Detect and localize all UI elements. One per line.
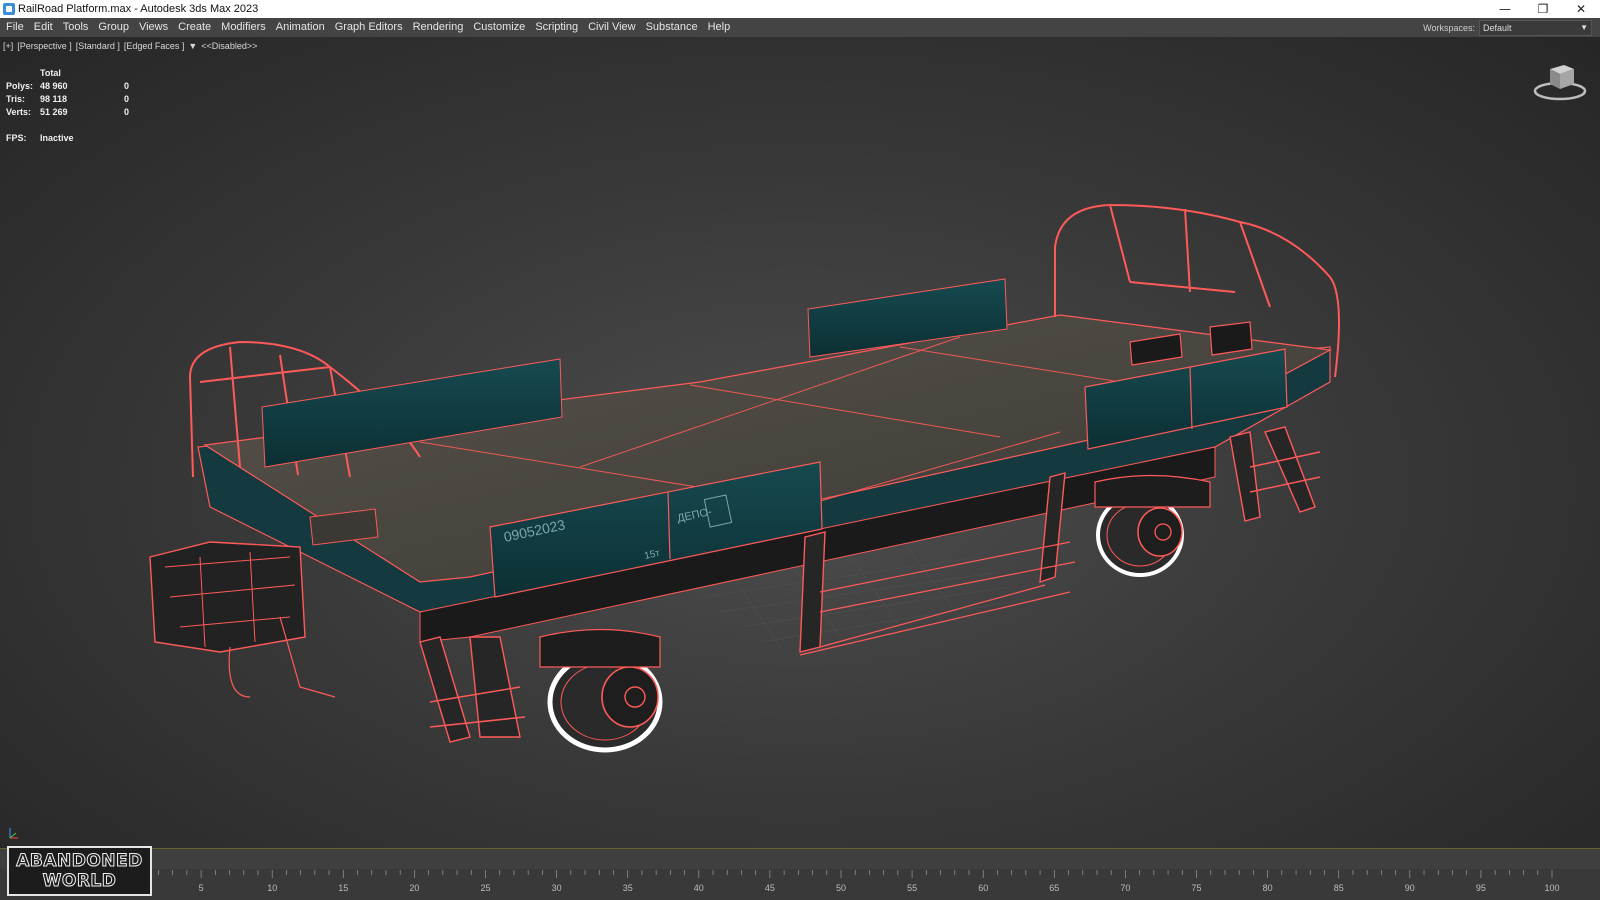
chevron-down-icon: ▼	[1580, 23, 1588, 32]
timeline-tick-label: 30	[552, 883, 562, 893]
close-button[interactable]: ✕	[1562, 0, 1600, 18]
workspaces-label: Workspaces:	[1423, 23, 1475, 33]
fps-row: FPS: Inactive	[6, 132, 144, 145]
fps-value: Inactive	[40, 133, 74, 143]
perspective-viewport[interactable]: 09052023 ДЕПО- 15т [+] [Perspective] [S…	[0, 37, 1600, 848]
menu-civil-view[interactable]: Civil View	[583, 18, 640, 37]
menu-tools[interactable]: Tools	[58, 18, 94, 37]
timeline-tick-label: 10	[267, 883, 277, 893]
viewport-pov-label[interactable]: [Perspective ]	[17, 41, 72, 51]
stats-row: Verts: 51 269 0	[6, 106, 144, 119]
app-icon	[3, 3, 15, 15]
menu-help[interactable]: Help	[703, 18, 736, 37]
menu-modifiers[interactable]: Modifiers	[216, 18, 271, 37]
viewport-shading-label[interactable]: [Standard ]	[76, 41, 120, 51]
stats-selected: 0	[124, 107, 130, 117]
menu-customize[interactable]: Customize	[468, 18, 530, 37]
menu-bar: File Edit Tools Group Views Create Modif…	[0, 18, 1600, 37]
viewport-display-label[interactable]: [Edged Faces ]	[124, 41, 185, 51]
minimize-button[interactable]: —	[1486, 0, 1524, 18]
logo-line-1: ABANDONED	[16, 851, 143, 872]
timeline-tick-label: 15	[338, 883, 348, 893]
abandoned-world-logo: ABANDONED WORLD	[7, 846, 152, 896]
timeline: 5 10 15 20 25 30 35 40 45 50 55 60 65 70 75 80 85 90 95 100	[0, 848, 1600, 900]
workspaces-control: Workspaces: Default ▼	[1423, 20, 1592, 36]
stats-label: Tris:	[6, 94, 26, 104]
stats-header: Total	[40, 68, 61, 78]
title-bar: RailRoad Platform.max - Autodesk 3ds Max…	[0, 0, 1600, 18]
menu-views[interactable]: Views	[134, 18, 173, 37]
timeline-tick-label: 75	[1191, 883, 1201, 893]
workspaces-value: Default	[1483, 23, 1512, 33]
viewport-filter-label[interactable]: <<Disabled>>	[201, 41, 257, 51]
menu-create[interactable]: Create	[173, 18, 216, 37]
menu-substance[interactable]: Substance	[641, 18, 703, 37]
stats-label: Polys:	[6, 81, 34, 91]
menu-file[interactable]: File	[0, 18, 29, 37]
stats-total: 51 269	[40, 107, 68, 117]
window-title: RailRoad Platform.max - Autodesk 3ds Max…	[18, 3, 259, 15]
timeline-tick-label: 20	[409, 883, 419, 893]
timeline-tick-label: 65	[1049, 883, 1059, 893]
timeline-tick-label: 40	[694, 883, 704, 893]
axis-tripod-icon	[9, 828, 18, 839]
viewcube-icon[interactable]	[1532, 59, 1588, 101]
menu-graph-editors[interactable]: Graph Editors	[330, 18, 408, 37]
stats-selected: 0	[124, 94, 130, 104]
menu-group[interactable]: Group	[93, 18, 134, 37]
restore-button[interactable]: ❐	[1524, 0, 1562, 18]
timeline-tick-label: 25	[480, 883, 490, 893]
timeline-tick-label: 100	[1544, 883, 1559, 893]
menu-scripting[interactable]: Scripting	[530, 18, 583, 37]
window-controls: — ❐ ✕	[1486, 0, 1600, 18]
timeline-tick-label: 95	[1476, 883, 1486, 893]
timeline-tick-label: 45	[765, 883, 775, 893]
fps-label: FPS:	[6, 133, 27, 143]
menu-rendering[interactable]: Rendering	[408, 18, 469, 37]
time-slider[interactable]	[0, 848, 1600, 869]
stats-selected: 0	[124, 81, 130, 91]
timeline-tick-label: 5	[199, 883, 204, 893]
timeline-tick-label: 85	[1334, 883, 1344, 893]
railroad-platform-model: 09052023 ДЕПО- 15т	[149, 203, 1340, 753]
menu-edit[interactable]: Edit	[29, 18, 58, 37]
logo-line-2: WORLD	[42, 871, 117, 892]
timeline-tick-label: 60	[978, 883, 988, 893]
rear-wheelset	[1094, 474, 1211, 577]
timeline-tick-label: 70	[1120, 883, 1130, 893]
track-bar[interactable]: 5 10 15 20 25 30 35 40 45 50 55 60 65 70 75 80 85 90 95 100	[0, 870, 1600, 900]
timeline-tick-label: 35	[623, 883, 633, 893]
filter-icon[interactable]: ▼	[188, 41, 197, 51]
stats-label: Verts:	[6, 107, 32, 117]
stats-row: Polys: 48 960 0	[6, 80, 144, 93]
scene-statistics: Total Polys: 48 960 0 Tris: 98 118 0 Ver…	[6, 67, 144, 145]
stats-total: 98 118	[40, 94, 68, 104]
timeline-tick-label: 50	[836, 883, 846, 893]
stats-total: 48 960	[40, 81, 68, 91]
menu-animation[interactable]: Animation	[271, 18, 330, 37]
timeline-tick-label: 55	[907, 883, 917, 893]
timeline-tick-label: 80	[1263, 883, 1273, 893]
front-wheelset	[539, 628, 663, 753]
viewport-menu-plus[interactable]: [+]	[3, 41, 13, 51]
stats-row: Tris: 98 118 0	[6, 93, 144, 106]
timeline-tick-label: 90	[1405, 883, 1415, 893]
viewport-labels: [+] [Perspective ] [Standard ] [Edged Fa…	[3, 41, 257, 51]
workspaces-dropdown[interactable]: Default ▼	[1479, 20, 1592, 36]
